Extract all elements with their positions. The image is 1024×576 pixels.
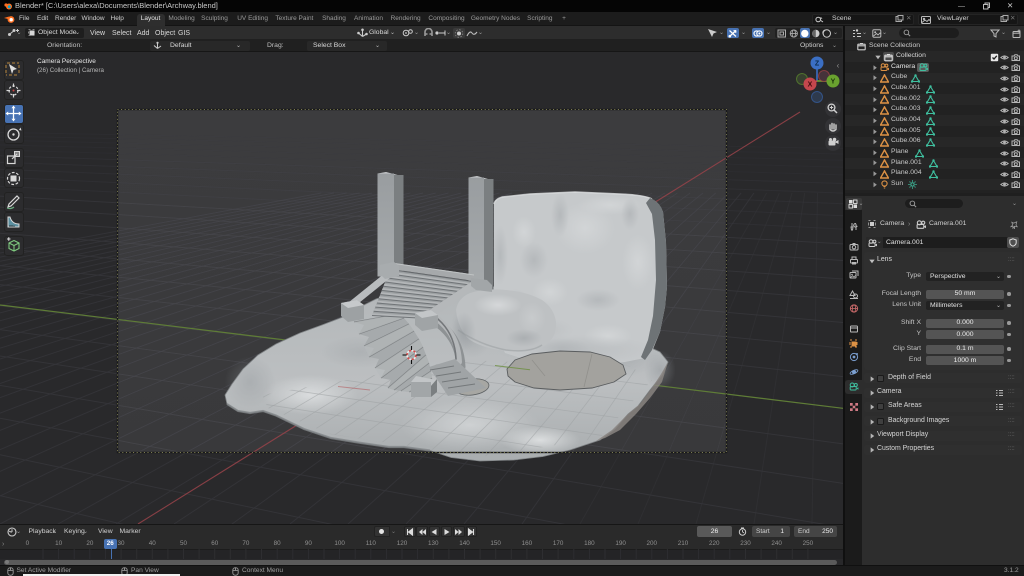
svg-text:Y: Y [831, 79, 836, 86]
svg-text:‹: ‹ [837, 61, 840, 70]
svg-text:X: X [808, 82, 813, 89]
svg-text:Z: Z [815, 61, 820, 68]
